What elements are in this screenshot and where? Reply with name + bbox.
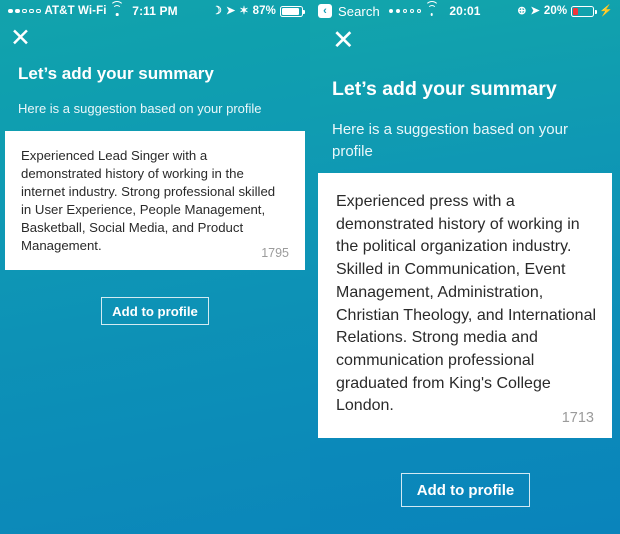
left-phone-screen: AT&T Wi-Fi 7:11 PM ☽ ➤ ✶ 87% ✕ Let’s add… [0, 0, 310, 534]
summary-suggestion-card[interactable]: Experienced Lead Singer with a demonstra… [5, 131, 305, 270]
summary-suggestion-card[interactable]: Experienced press with a demonstrated hi… [318, 173, 612, 438]
battery-icon [280, 5, 306, 17]
battery-icon [571, 5, 597, 17]
bluetooth-icon: ✶ [239, 4, 249, 17]
back-to-search-label[interactable]: Search [338, 4, 380, 19]
page-subtitle: Here is a suggestion based on your profi… [18, 101, 262, 116]
wifi-icon [424, 1, 439, 16]
summary-text: Experienced Lead Singer with a demonstra… [21, 148, 279, 253]
status-bar-left-group: ‹ Search [318, 1, 439, 19]
back-chevron-icon[interactable]: ‹ [318, 4, 332, 18]
battery-percent-label: 20% [543, 5, 568, 17]
status-bar-right-group: ⊕ ➤ 20% ⚡ [517, 5, 613, 17]
close-icon[interactable]: ✕ [10, 26, 31, 51]
add-to-profile-button[interactable]: Add to profile [401, 473, 530, 507]
battery-percent-label: 87% [252, 5, 276, 17]
summary-text: Experienced press with a demonstrated hi… [336, 193, 601, 415]
dual-screenshot-container: AT&T Wi-Fi 7:11 PM ☽ ➤ ✶ 87% ✕ Let’s add… [0, 0, 620, 534]
status-bar-right: ‹ Search 20:01 ⊕ ➤ 20% ⚡ [310, 0, 620, 22]
carrier-label: AT&T Wi-Fi [44, 5, 107, 17]
moon-icon: ☽ [212, 4, 223, 17]
page-title: Let’s add your summary [332, 78, 557, 100]
signal-strength-dots [8, 8, 41, 14]
page-title: Let’s add your summary [18, 64, 214, 83]
page-subtitle: Here is a suggestion based on your profi… [332, 121, 568, 160]
signal-strength-dots [388, 8, 422, 14]
right-phone-screen: ‹ Search 20:01 ⊕ ➤ 20% ⚡ ✕ Let’s add you… [310, 0, 620, 534]
character-count: 1795 [261, 246, 289, 260]
charging-bolt-icon: ⚡ [599, 4, 613, 17]
do-not-disturb-icon: ⊕ [517, 4, 527, 17]
add-to-profile-button[interactable]: Add to profile [101, 297, 209, 325]
location-arrow-icon: ➤ [226, 4, 236, 17]
character-count: 1713 [561, 410, 594, 426]
status-bar-right-group: ☽ ➤ ✶ 87% [212, 4, 306, 17]
status-bar-left: AT&T Wi-Fi 7:11 PM ☽ ➤ ✶ 87% [0, 0, 310, 22]
close-icon[interactable]: ✕ [332, 27, 355, 54]
status-bar-left-group: AT&T Wi-Fi [8, 1, 124, 17]
wifi-icon [110, 1, 124, 16]
location-arrow-icon: ➤ [530, 4, 540, 17]
